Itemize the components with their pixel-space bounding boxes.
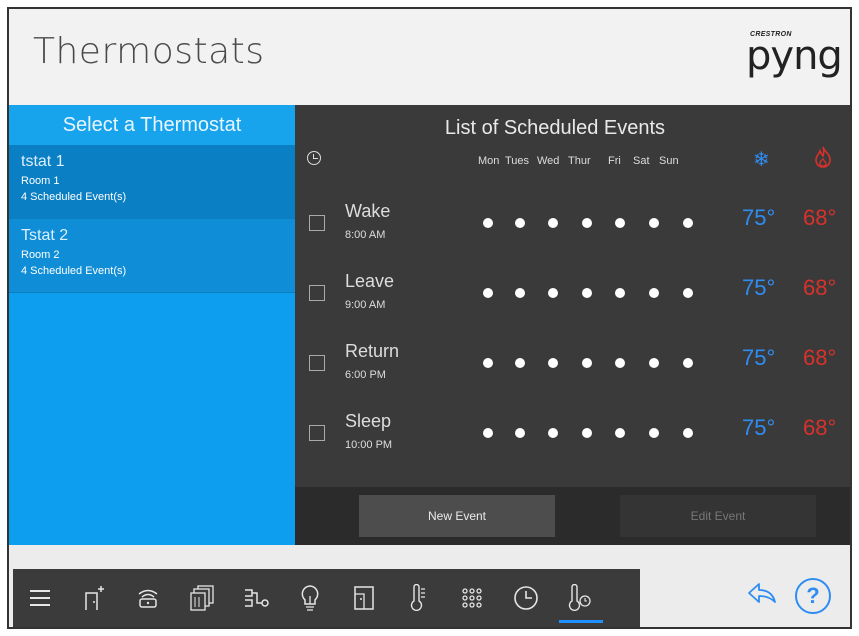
- schedule-title: List of Scheduled Events: [444, 117, 666, 139]
- event-time: 9:00 AM: [345, 299, 386, 311]
- day-dot: [649, 218, 659, 228]
- thermostat-list-panel: Select a Thermostat tstat 1 Room 1 4 Sch…: [9, 105, 295, 545]
- day-dot: [582, 288, 592, 298]
- schedule-event-row: Sleep 10:00 PM 75° 68°: [295, 411, 850, 471]
- event-name: Return: [345, 341, 400, 361]
- new-event-button[interactable]: New Event: [359, 495, 555, 537]
- climate-icon[interactable]: [555, 569, 605, 627]
- cool-setpoint: 75°: [742, 275, 776, 300]
- event-time: 10:00 PM: [345, 439, 393, 451]
- day-dot: [483, 288, 493, 298]
- day-dot: [649, 358, 659, 368]
- clock-icon[interactable]: [501, 569, 551, 627]
- day-dot: [615, 358, 625, 368]
- event-name: Sleep: [345, 411, 392, 431]
- door-icon[interactable]: [339, 569, 389, 627]
- thermostat-event-count: 4 Scheduled Event(s): [21, 265, 127, 277]
- thermometer-icon[interactable]: [393, 569, 443, 627]
- heat-setpoint: 68°: [803, 275, 837, 300]
- day-dot: [483, 428, 493, 438]
- day-header: Thur: [568, 155, 591, 167]
- heat-setpoint: 68°: [803, 205, 837, 230]
- day-dot: [483, 218, 493, 228]
- cool-setpoint: 75°: [742, 415, 776, 440]
- flame-icon: [815, 146, 831, 168]
- day-header: Wed: [537, 155, 560, 167]
- thermostat-item-1[interactable]: tstat 1 Room 1 4 Scheduled Event(s): [9, 145, 295, 219]
- snowflake-icon: ❄: [753, 149, 770, 171]
- day-header: Sat: [633, 155, 650, 167]
- day-header: Sun: [659, 155, 679, 167]
- day-dot: [683, 428, 693, 438]
- event-checkbox[interactable]: [309, 215, 325, 231]
- day-dot: [548, 288, 558, 298]
- thermostat-list-heading: Select a Thermostat: [9, 105, 295, 145]
- day-dot: [548, 358, 558, 368]
- schedule-event-row: Return 6:00 PM 75° 68°: [295, 341, 850, 401]
- event-name: Leave: [345, 271, 395, 291]
- thermostat-room: Room 2: [21, 249, 60, 261]
- logo-text: pyng: [746, 33, 843, 79]
- schedule-event-row: Leave 9:00 AM 75° 68°: [295, 271, 850, 331]
- edit-event-button[interactable]: Edit Event: [620, 495, 816, 537]
- day-dot: [615, 218, 625, 228]
- shades-icon[interactable]: [177, 569, 227, 627]
- event-checkbox[interactable]: [309, 285, 325, 301]
- day-dot: [548, 218, 558, 228]
- day-dot: [515, 358, 525, 368]
- day-dot: [683, 218, 693, 228]
- event-time: 6:00 PM: [345, 369, 386, 381]
- keypad-icon[interactable]: [447, 569, 497, 627]
- day-dot: [515, 218, 525, 228]
- schedule-panel: List of Scheduled Events Mon Tues Wed Th…: [295, 105, 850, 545]
- day-dot: [649, 428, 659, 438]
- event-time: 8:00 AM: [345, 229, 386, 241]
- day-dot: [615, 428, 625, 438]
- nav-bar: [13, 569, 640, 627]
- header: Thermostats CRESTRON pyng: [9, 9, 850, 105]
- day-dot: [649, 288, 659, 298]
- bottom-bar: ?: [9, 545, 850, 627]
- day-dot: [483, 358, 493, 368]
- day-dot: [582, 358, 592, 368]
- back-icon[interactable]: [747, 581, 777, 612]
- cool-setpoint: 75°: [742, 345, 776, 370]
- thermostat-room: Room 1: [21, 175, 60, 187]
- cool-setpoint: 75°: [742, 205, 776, 230]
- day-dot: [683, 358, 693, 368]
- clock-icon: [307, 151, 321, 165]
- day-dot: [515, 428, 525, 438]
- room-add-icon[interactable]: [69, 569, 119, 627]
- thermostat-name: Tstat 2: [21, 227, 69, 244]
- day-dot: [582, 218, 592, 228]
- help-icon[interactable]: ?: [795, 578, 831, 614]
- scenes-icon[interactable]: [231, 569, 281, 627]
- thermostat-event-count: 4 Scheduled Event(s): [21, 191, 127, 203]
- event-checkbox[interactable]: [309, 355, 325, 371]
- menu-icon[interactable]: [15, 569, 65, 627]
- event-name: Wake: [345, 201, 391, 221]
- day-header: Fri: [608, 155, 621, 167]
- thermostat-item-2[interactable]: Tstat 2 Room 2 4 Scheduled Event(s): [9, 219, 295, 293]
- day-dot: [582, 428, 592, 438]
- day-dot: [683, 288, 693, 298]
- day-dot: [515, 288, 525, 298]
- crestron-pyng-logo: CRESTRON pyng: [746, 27, 843, 87]
- event-checkbox[interactable]: [309, 425, 325, 441]
- media-icon[interactable]: [123, 569, 173, 627]
- app-window: Thermostats CRESTRON pyng Select a Therm…: [7, 7, 852, 629]
- day-header: Tues: [505, 155, 530, 167]
- day-header: Mon: [478, 155, 500, 167]
- day-dot: [615, 288, 625, 298]
- lights-icon[interactable]: [285, 569, 335, 627]
- heat-setpoint: 68°: [803, 345, 837, 370]
- schedule-action-bar: New Event Edit Event: [295, 487, 850, 545]
- page-title: Thermostats: [33, 31, 265, 72]
- schedule-event-row: Wake 8:00 AM 75° 68°: [295, 201, 850, 261]
- heat-setpoint: 68°: [803, 415, 837, 440]
- day-dot: [548, 428, 558, 438]
- thermostat-name: tstat 1: [21, 153, 65, 170]
